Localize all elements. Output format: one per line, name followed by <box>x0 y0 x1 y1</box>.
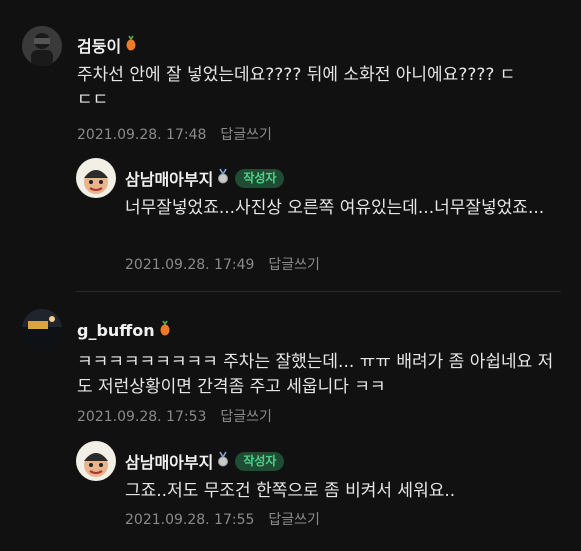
username[interactable]: 삼남매아부지 <box>125 166 213 190</box>
divider <box>76 291 561 292</box>
comment-author[interactable]: 삼남매아부지 작성자 <box>125 166 285 190</box>
reply-button[interactable]: 답글쓰기 <box>268 512 320 528</box>
reply-button[interactable]: 답글쓰기 <box>220 409 272 425</box>
reply-button[interactable]: 답글쓰기 <box>268 257 320 273</box>
carrot-badge-icon <box>159 320 171 340</box>
comment-text: ㅋㅋㅋㅋㅋㅋㅋㅋㅋ 주차는 잘했는데... ㅠㅠ 배려가 좀 아쉽네요 저도 저… <box>77 352 554 397</box>
author-tag: 작성자 <box>235 168 285 188</box>
username[interactable]: g_buffon <box>77 321 155 340</box>
medal-badge-icon <box>217 451 229 471</box>
comment-text: 그죠..저도 무조건 한쪽으로 좀 비켜서 세워요.. <box>125 481 456 501</box>
comment-author[interactable]: g_buffon <box>77 320 171 340</box>
carrot-badge-icon <box>125 35 137 55</box>
comment-meta: 2021.09.28. 17:49 답글쓰기 <box>125 254 320 274</box>
timestamp: 2021.09.28. 17:48 <box>77 127 207 143</box>
avatar[interactable] <box>76 441 116 481</box>
comment-meta: 2021.09.28. 17:55 답글쓰기 <box>125 509 320 529</box>
username[interactable]: 삼남매아부지 <box>125 449 213 473</box>
comment-author[interactable]: 검둥이 <box>77 33 137 57</box>
timestamp: 2021.09.28. 17:55 <box>125 512 255 528</box>
comment-text: 너무잘넣었죠...사진상 오른쪽 여유있는데...너무잘넣었죠... <box>125 198 545 218</box>
comment-text: 주차선 안에 잘 넣었는데요???? 뒤에 소화전 아니에요???? ㄷㄷㄷ <box>77 65 516 110</box>
medal-badge-icon <box>217 168 229 188</box>
avatar[interactable] <box>22 309 62 349</box>
timestamp: 2021.09.28. 17:53 <box>77 409 207 425</box>
avatar[interactable] <box>76 158 116 198</box>
username[interactable]: 검둥이 <box>77 33 121 57</box>
reply-button[interactable]: 답글쓰기 <box>220 127 272 143</box>
timestamp: 2021.09.28. 17:49 <box>125 257 255 273</box>
author-tag: 작성자 <box>235 451 285 471</box>
comment-author[interactable]: 삼남매아부지 작성자 <box>125 449 285 473</box>
comment-meta: 2021.09.28. 17:53 답글쓰기 <box>77 406 272 426</box>
comment-meta: 2021.09.28. 17:48 답글쓰기 <box>77 124 272 144</box>
avatar[interactable] <box>22 26 62 66</box>
